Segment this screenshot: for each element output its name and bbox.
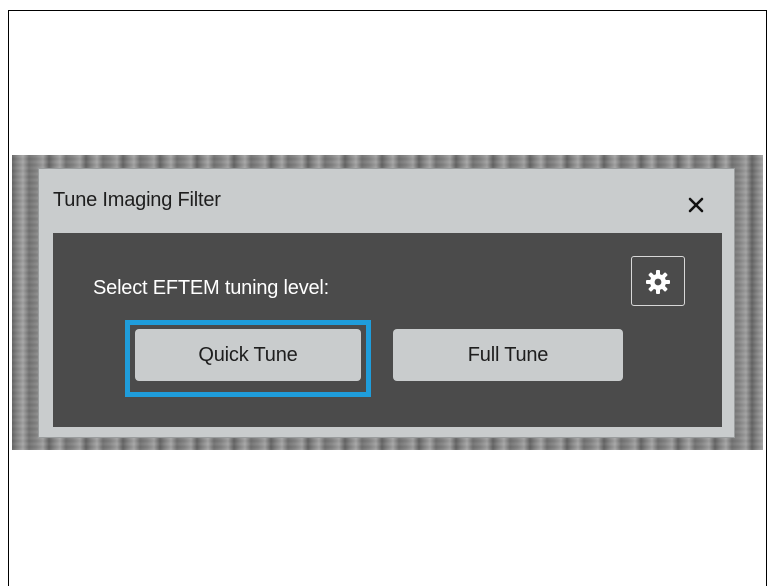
- tuning-level-prompt: Select EFTEM tuning level:: [93, 277, 330, 299]
- dialog-title: Tune Imaging Filter: [53, 189, 221, 211]
- quick-tune-button[interactable]: Quick Tune: [135, 329, 361, 381]
- gear-icon: [646, 270, 670, 294]
- settings-button[interactable]: [631, 256, 685, 306]
- close-icon: [688, 197, 704, 213]
- dialog-body: Select EFTEM tuning level: Quick Tune Fu…: [53, 233, 722, 427]
- close-button[interactable]: [686, 195, 706, 215]
- full-tune-button[interactable]: Full Tune: [393, 329, 623, 381]
- tune-imaging-filter-dialog: Tune Imaging Filter Select EFTEM tuning …: [38, 168, 735, 438]
